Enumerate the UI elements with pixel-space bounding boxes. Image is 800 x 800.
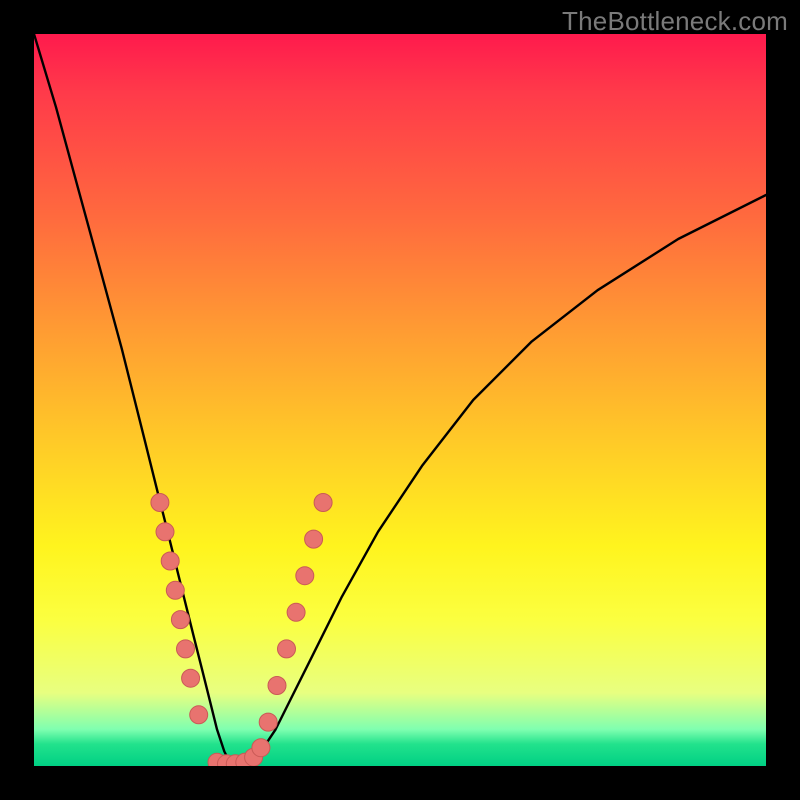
bottleneck-curve-svg xyxy=(34,34,766,766)
chart-frame: TheBottleneck.com xyxy=(0,0,800,800)
highlight-dot xyxy=(171,611,189,629)
highlight-dot xyxy=(259,713,277,731)
highlight-dot xyxy=(278,640,296,658)
plot-area xyxy=(34,34,766,766)
highlight-dot xyxy=(182,669,200,687)
highlight-dot xyxy=(156,523,174,541)
highlight-dot xyxy=(190,706,208,724)
highlight-dot xyxy=(314,494,332,512)
watermark-text: TheBottleneck.com xyxy=(562,6,788,37)
highlight-dot xyxy=(161,552,179,570)
highlight-dot xyxy=(177,640,195,658)
highlight-dot xyxy=(252,739,270,757)
highlight-dot xyxy=(305,530,323,548)
highlight-dot xyxy=(296,567,314,585)
highlight-dot xyxy=(151,494,169,512)
highlight-dot xyxy=(166,581,184,599)
bottleneck-curve xyxy=(34,34,766,766)
highlight-dot xyxy=(268,677,286,695)
highlight-dot xyxy=(287,603,305,621)
highlight-dots-group xyxy=(151,494,332,767)
